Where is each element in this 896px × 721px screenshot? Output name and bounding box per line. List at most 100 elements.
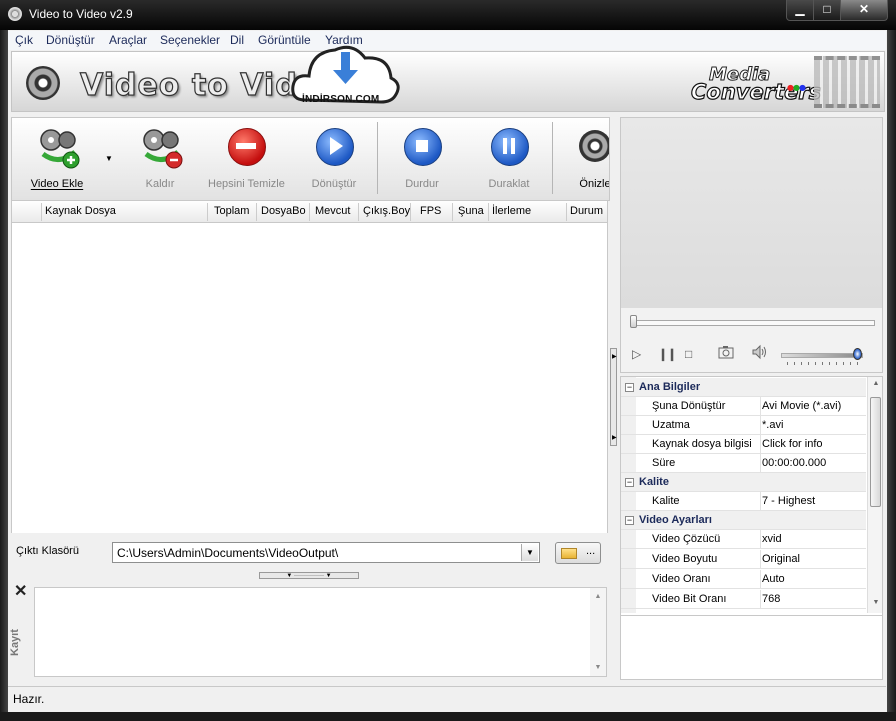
output-folder-path: C:\Users\Admin\Documents\VideoOutput\ [117,546,339,560]
status-bar: Hazır. [8,686,886,711]
property-scrollbar[interactable]: ▲ ▼ [867,377,882,613]
menu-convert[interactable]: Dönüştür [46,33,95,47]
maximize-button[interactable]: □ [813,0,841,21]
menu-exit[interactable]: Çık [15,33,33,47]
convert-label: Dönüştür [311,178,357,190]
volume-slider[interactable] [781,353,863,358]
prop-value[interactable]: 00:00:00.000 [762,454,826,473]
prop-duration[interactable]: Süre 00:00:00.000 [621,454,866,473]
stop-button[interactable]: Durdur [392,126,452,190]
browse-dots: ... [586,545,596,557]
remove-button[interactable]: Kaldır [130,126,190,190]
prop-source-info[interactable]: Kaynak dosya bilgisi Click for info [621,435,866,454]
menu-options[interactable]: Seçenekler [160,33,220,47]
menu-bar: Çık Dönüştür Araçlar Seçenekler Dil Görü… [8,31,886,50]
log-splitter-handle[interactable]: ▼ ··············· ▼ [259,572,359,579]
file-list[interactable] [11,223,608,533]
log-close-icon[interactable]: ✕ [14,581,27,601]
seek-bar[interactable] [633,320,875,326]
log-textarea[interactable]: ▲ ▼ [34,587,607,677]
prop-key: Video Oranı [636,570,761,589]
video-preview-area [621,118,882,308]
pause-icon[interactable]: ❙❙ [658,347,677,361]
log-scrollbar[interactable]: ▲ ▼ [590,588,606,676]
convert-button[interactable]: Dönüştür [304,126,364,190]
app-reel-icon [8,7,22,21]
prop-value[interactable]: 768 [762,590,780,609]
volume-icon[interactable] [751,344,769,363]
no-entry-icon [226,126,266,166]
chevron-down-icon[interactable]: ▼ [521,544,538,561]
stop-circle-icon [402,126,442,166]
log-tab-label[interactable]: Kayıt [9,629,21,656]
camera-snapshot-icon[interactable] [718,345,734,362]
prop-value[interactable]: xvid [762,530,782,549]
add-video-label: Video Ekle [30,178,84,190]
col-source-file[interactable]: Kaynak Dosya [45,205,116,217]
prop-video-bitrate[interactable]: Video Bit Oranı 768 [621,590,866,609]
app-banner: Video to Video İNDİRSON.COM Media Conver… [11,45,885,112]
category-video[interactable]: − Video Ayarları [621,511,866,530]
prop-value[interactable]: Click for info [762,435,823,454]
prop-key: Kalite [636,492,761,511]
stop-icon[interactable]: □ [685,347,692,361]
add-video-button[interactable]: Video Ekle [27,126,87,190]
pause-button[interactable]: Duraklat [479,126,539,190]
close-button[interactable]: ✕ [840,0,888,21]
toolbar-separator [377,122,378,194]
volume-thumb[interactable] [853,348,862,360]
panel-splitter-handle[interactable]: ▶ ▶ [610,348,617,446]
add-video-dropdown-icon[interactable]: ▼ [105,154,113,163]
prop-value[interactable]: *.avi [762,416,783,435]
prop-key: Kaynak dosya bilgisi [636,435,761,454]
remove-label: Kaldır [145,178,175,190]
browse-folder-button[interactable]: ... [555,542,601,564]
menu-tools[interactable]: Araçlar [109,33,147,47]
col-total[interactable]: Toplam [214,205,249,217]
col-target[interactable]: Şuna [458,205,484,217]
category-basic[interactable]: − Ana Bilgiler [621,378,866,397]
clear-all-button[interactable]: Hepsini Temizle [208,126,285,190]
col-file-size[interactable]: DosyaBo [261,205,306,217]
scroll-down-icon[interactable]: ▼ [868,599,882,606]
preview-button[interactable]: Önizle [565,126,610,190]
col-progress[interactable]: İlerleme [492,205,531,217]
preview-label: Önizle [579,178,610,190]
scroll-up-icon[interactable]: ▲ [590,593,606,600]
prop-video-ratio[interactable]: Video Oranı Auto [621,570,866,589]
category-quality[interactable]: − Kalite [621,473,866,492]
col-output-size[interactable]: Çıkış.Boy [363,205,410,217]
scroll-down-icon[interactable]: ▼ [590,664,606,671]
window-frame-right [887,30,896,714]
prop-video-size[interactable]: Video Boyutu Original [621,550,866,569]
seek-thumb[interactable] [630,315,637,328]
play-icon[interactable]: ▷ [632,347,641,361]
prop-value[interactable]: 7 - Highest [762,492,815,511]
prop-video-codec[interactable]: Video Çözücü xvid [621,530,866,549]
col-current[interactable]: Mevcut [315,205,350,217]
output-folder-combo[interactable]: C:\Users\Admin\Documents\VideoOutput\ ▼ [112,542,540,563]
scroll-thumb[interactable] [870,397,881,507]
filmstrip-decoration-icon [814,56,880,108]
prop-quality[interactable]: Kalite 7 - Highest [621,492,866,511]
title-bar[interactable]: Video to Video v2.9 ▁ □ ✕ [0,0,896,30]
chevron-right-icon: ▶ [612,435,617,441]
add-video-icon [37,126,80,169]
prop-value[interactable]: Original [762,550,800,569]
col-fps[interactable]: FPS [420,205,441,217]
menu-language[interactable]: Dil [230,33,244,47]
prop-extension[interactable]: Uzatma *.avi [621,416,866,435]
prop-value[interactable]: Avi Movie (*.avi) [762,397,841,416]
scroll-up-icon[interactable]: ▲ [868,380,882,387]
prop-key: Video Boyutu [636,550,761,569]
app-window: Video to Video v2.9 ▁ □ ✕ Çık Dönüştür A… [0,0,896,721]
film-reel-icon [575,126,609,166]
prop-value[interactable]: Auto [762,570,785,589]
minimize-button[interactable]: ▁ [786,0,814,21]
col-status[interactable]: Durum [570,205,603,217]
brand-dots-icon: ●●● [787,83,806,92]
category-quality-title: Kalite [639,476,669,488]
prop-key: Şuna Dönüştür [636,397,761,416]
prop-convert-to[interactable]: Şuna Dönüştür Avi Movie (*.avi) [621,397,866,416]
folder-icon [561,548,577,559]
